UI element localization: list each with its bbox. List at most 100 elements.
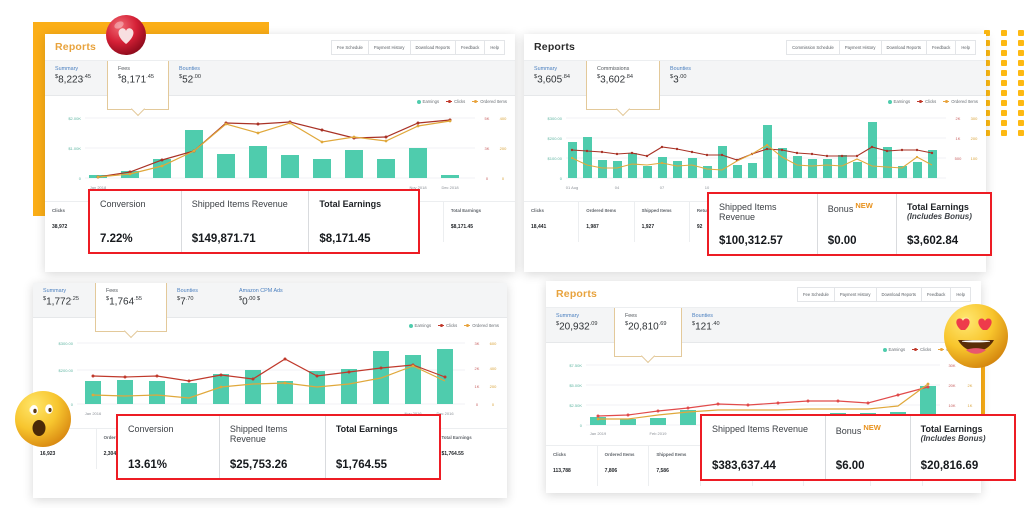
- metric-clicks: Clicks 18,441: [524, 202, 580, 242]
- page-title: Reports: [534, 41, 576, 53]
- svg-text:01 Aug: 01 Aug: [566, 185, 578, 190]
- tab-fees[interactable]: Fees $20,810.69: [614, 308, 682, 356]
- chart-legend: Earnings Clicks Ordered Items: [887, 98, 978, 104]
- callout-cell-bonus: Bonus NEW $6.00: [826, 416, 911, 479]
- callout-cell-shipped-revenue: Shipped Items Revenue $149,871.71: [182, 191, 310, 252]
- svg-text:100: 100: [971, 156, 978, 161]
- panel-2-nav: Commission Schedule Payment History Down…: [786, 39, 976, 55]
- nav-download-reports[interactable]: Download Reports: [409, 39, 455, 55]
- tab-value: $0.00 $: [239, 296, 261, 308]
- nav-help[interactable]: Help: [955, 39, 976, 55]
- tab-value: $1,772.25: [43, 296, 79, 308]
- callout-cell-conversion: Conversion 13.61%: [118, 416, 220, 478]
- panel-1-tabstrip: Summary $8,223.45 Fees $8,171.45 Bountie…: [45, 61, 515, 109]
- nav-commission-schedule[interactable]: Commission Schedule: [786, 39, 839, 55]
- svg-text:200: 200: [971, 136, 978, 141]
- svg-text:1K: 1K: [956, 136, 961, 141]
- nav-payment-history[interactable]: Payment History: [367, 39, 410, 55]
- callout-cell-bonus: Bonus NEW $0.00: [818, 194, 897, 254]
- panel-4-tabstrip: Summary $20,932.09 Fees $20,810.69 Bount…: [546, 308, 981, 356]
- tab-fees[interactable]: Fees $8,171.45: [107, 61, 169, 109]
- svg-text:200: 200: [500, 146, 507, 151]
- svg-text:Dec 2018: Dec 2018: [441, 185, 459, 190]
- tab-label: Bounties: [179, 66, 200, 72]
- tab-label: Summary: [55, 66, 79, 72]
- chart-legend: Earnings Clicks Ordered Items: [416, 98, 507, 104]
- tab-bounties[interactable]: Bounties $121.40: [682, 308, 744, 342]
- nav-feedback[interactable]: Feedback: [454, 39, 485, 55]
- legend-ordered-items: Ordered Items: [464, 322, 499, 328]
- legend-clicks: Clicks: [912, 346, 931, 352]
- metric-shipped-items: Shipped Items 1,927: [635, 202, 690, 242]
- svg-text:3K: 3K: [485, 146, 490, 151]
- tab-bounties[interactable]: Bounties $7.70: [167, 283, 229, 317]
- new-badge: NEW: [863, 423, 881, 432]
- svg-text:10: 10: [705, 185, 710, 190]
- bonus-header: Bonus NEW: [835, 423, 881, 436]
- tab-label: Bounties: [177, 288, 198, 294]
- tab-commissions[interactable]: Commissions $3,602.84: [586, 61, 660, 109]
- svg-text:3K: 3K: [475, 341, 480, 346]
- callout-cell-total-earnings: Total Earnings $8,171.45: [319, 199, 382, 245]
- tab-value: $20,810.69: [625, 321, 667, 333]
- callout-cell-total-earnings: Total Earnings (Includes Bonus) $3,602.84: [897, 194, 990, 254]
- nav-fee-schedule[interactable]: Fee Schedule: [330, 39, 368, 55]
- tab-value: $8,171.45: [118, 74, 154, 86]
- bonus-header: Bonus NEW: [827, 201, 873, 214]
- legend-ordered-items: Ordered Items: [943, 98, 978, 104]
- svg-text:0: 0: [486, 176, 489, 181]
- legend-clicks: Clicks: [438, 322, 457, 328]
- tabstrip-spacer: [722, 61, 986, 95]
- tab-value: $3,602.84: [597, 74, 633, 86]
- tab-label: Commissions: [597, 66, 630, 72]
- svg-text:400: 400: [490, 366, 497, 371]
- tab-label: Fees: [118, 66, 130, 72]
- nav-payment-history[interactable]: Payment History: [838, 39, 881, 55]
- includes-bonus-note: (Includes Bonus): [907, 212, 972, 222]
- metric-ordered-items: Ordered Items 1,987: [579, 202, 635, 242]
- svg-text:Jan 2019: Jan 2019: [590, 431, 607, 436]
- tab-bounties[interactable]: Bounties $3.00: [660, 61, 722, 95]
- tab-value: $8,223.45: [55, 74, 91, 86]
- panel-2-callout: Shipped Items Revenue $100,312.57 Bonus N…: [707, 192, 992, 256]
- legend-earnings: Earnings: [887, 99, 910, 104]
- legend-earnings: Earnings: [408, 323, 431, 328]
- tab-fees[interactable]: Fees $1,764.55: [95, 283, 167, 331]
- tab-summary[interactable]: Summary $20,932.09: [546, 308, 614, 342]
- nav-fee-schedule[interactable]: Fee Schedule: [796, 286, 834, 302]
- tab-summary[interactable]: Summary $1,772.25: [33, 283, 95, 317]
- legend-clicks: Clicks: [446, 98, 465, 104]
- tab-bounties[interactable]: Bounties $52.00: [169, 61, 231, 95]
- panel-3-callout: Conversion 13.61% Shipped Items Revenue …: [116, 414, 441, 480]
- chart-canvas: $300.00 $200.00 0 3K 2K 1K 0 600 400 200…: [59, 341, 498, 416]
- tab-amazon-cpm-ads[interactable]: Amazon CPM Ads $0.00 $: [229, 283, 315, 317]
- heart-gem-emoji: [103, 12, 149, 58]
- tab-label: Amazon CPM Ads: [239, 288, 283, 294]
- svg-text:$100.00: $100.00: [548, 156, 563, 161]
- nav-download-reports[interactable]: Download Reports: [880, 39, 926, 55]
- tab-value: $52.00: [179, 74, 202, 86]
- nav-download-reports[interactable]: Download Reports: [875, 286, 921, 302]
- tab-label: Fees: [625, 313, 637, 319]
- tab-summary[interactable]: Summary $3,605.84: [524, 61, 586, 95]
- legend-clicks: Clicks: [917, 98, 936, 104]
- svg-text:0: 0: [580, 423, 583, 428]
- page-title: Reports: [55, 41, 97, 53]
- tabstrip-spacer: [315, 283, 507, 317]
- tab-summary[interactable]: Summary $8,223.45: [45, 61, 107, 95]
- callout-cell-shipped-revenue: Shipped Items Revenue $25,753.26: [220, 416, 326, 478]
- panel-4-header: Reports Fee Schedule Payment History Dow…: [546, 281, 981, 308]
- metric-ordered-items: Ordered Items 7,806: [598, 446, 650, 486]
- nav-help[interactable]: Help: [484, 39, 505, 55]
- panel-3-chart: Earnings Clicks Ordered Items $300.00 $2…: [33, 318, 507, 428]
- svg-text:$200.00: $200.00: [59, 368, 74, 373]
- tab-value: $3.00: [670, 74, 687, 86]
- svg-text:5K: 5K: [485, 116, 490, 121]
- svg-text:200: 200: [490, 384, 497, 389]
- svg-text:1K: 1K: [475, 384, 480, 389]
- nav-payment-history[interactable]: Payment History: [833, 286, 876, 302]
- tab-value: $1,764.55: [106, 296, 142, 308]
- dizzy-face-emoji: [12, 388, 74, 450]
- nav-feedback[interactable]: Feedback: [925, 39, 956, 55]
- tab-value: $20,932.09: [556, 321, 598, 333]
